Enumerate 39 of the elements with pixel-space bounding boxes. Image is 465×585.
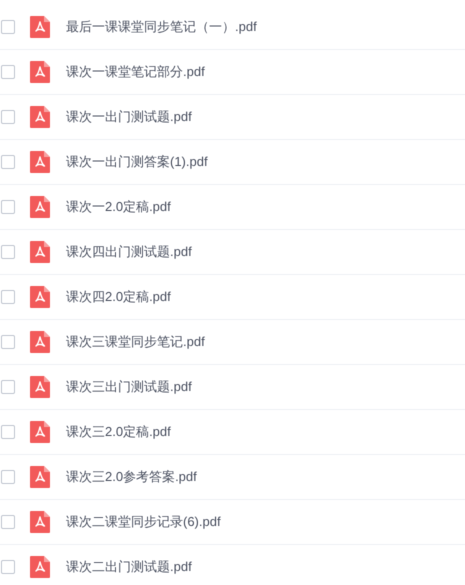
checkbox[interactable] <box>1 470 15 484</box>
pdf-file-icon <box>30 376 50 398</box>
checkbox[interactable] <box>1 335 15 349</box>
file-name[interactable]: 最后一课课堂同步笔记（一）.pdf <box>66 17 257 37</box>
checkbox[interactable] <box>1 425 15 439</box>
pdf-file-icon <box>30 61 50 83</box>
file-name[interactable]: 课次二出门测试题.pdf <box>66 557 192 577</box>
file-name[interactable]: 课次一出门测答案(1).pdf <box>66 152 208 172</box>
pdf-file-icon <box>30 331 50 353</box>
file-name[interactable]: 课次三2.0定稿.pdf <box>66 422 171 442</box>
pdf-file-icon <box>30 421 50 443</box>
pdf-file-icon <box>30 511 50 533</box>
checkbox[interactable] <box>1 20 15 34</box>
checkbox[interactable] <box>1 515 15 529</box>
pdf-file-icon <box>30 556 50 578</box>
checkbox[interactable] <box>1 380 15 394</box>
file-name[interactable]: 课次一课堂笔记部分.pdf <box>66 62 205 82</box>
file-name[interactable]: 课次四2.0定稿.pdf <box>66 287 171 307</box>
checkbox[interactable] <box>1 290 15 304</box>
pdf-file-icon <box>30 196 50 218</box>
pdf-file-icon <box>30 466 50 488</box>
pdf-file-icon <box>30 286 50 308</box>
file-name[interactable]: 课次一出门测试题.pdf <box>66 107 192 127</box>
pdf-file-icon <box>30 151 50 173</box>
file-name[interactable]: 课次一2.0定稿.pdf <box>66 197 171 217</box>
checkbox[interactable] <box>1 200 15 214</box>
checkbox[interactable] <box>1 560 15 574</box>
file-name[interactable]: 课次二课堂同步记录(6).pdf <box>66 512 221 532</box>
file-name[interactable]: 课次三课堂同步笔记.pdf <box>66 332 205 352</box>
checkbox[interactable] <box>1 110 15 124</box>
pdf-file-icon <box>30 106 50 128</box>
checkbox[interactable] <box>1 245 15 259</box>
pdf-file-icon <box>30 16 50 38</box>
checkbox[interactable] <box>1 65 15 79</box>
file-name[interactable]: 课次四出门测试题.pdf <box>66 242 192 262</box>
file-name[interactable]: 课次三2.0参考答案.pdf <box>66 467 197 487</box>
file-name[interactable]: 课次三出门测试题.pdf <box>66 377 192 397</box>
checkbox[interactable] <box>1 155 15 169</box>
pdf-file-icon <box>30 241 50 263</box>
